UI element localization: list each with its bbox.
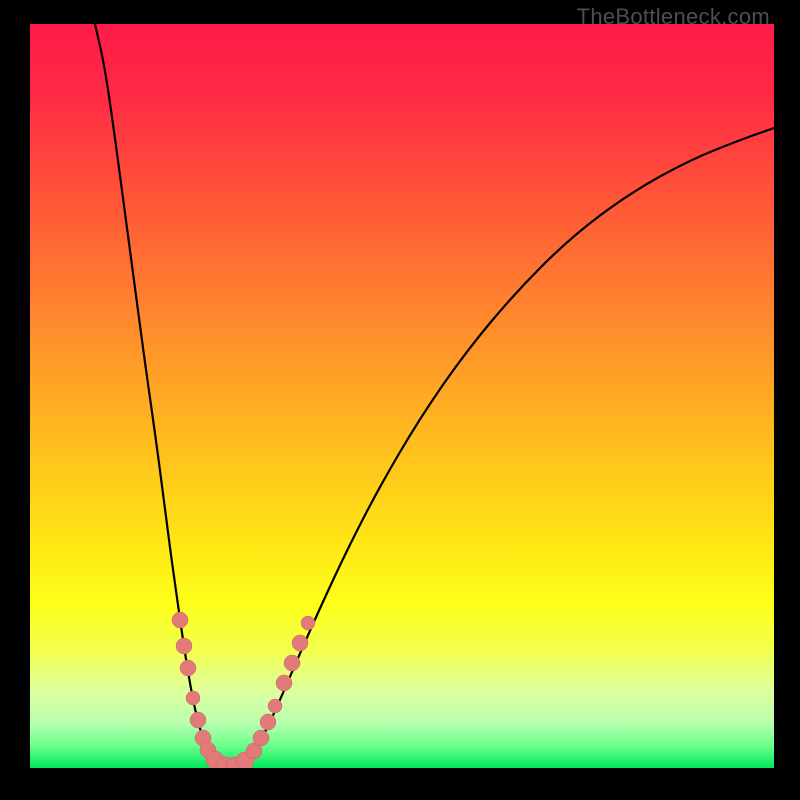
chart-frame: TheBottleneck.com <box>0 0 800 800</box>
data-point <box>260 714 276 730</box>
data-point <box>176 638 192 654</box>
data-point <box>190 712 206 728</box>
data-point <box>172 612 188 628</box>
gradient-background <box>30 24 774 768</box>
data-point <box>284 655 300 671</box>
plot-area <box>30 24 774 768</box>
data-point <box>253 730 269 746</box>
data-point <box>301 616 315 630</box>
data-point <box>292 635 308 651</box>
data-point <box>276 675 292 691</box>
chart-svg <box>30 24 774 768</box>
data-point <box>268 699 282 713</box>
data-point <box>186 691 200 705</box>
data-point <box>180 660 196 676</box>
